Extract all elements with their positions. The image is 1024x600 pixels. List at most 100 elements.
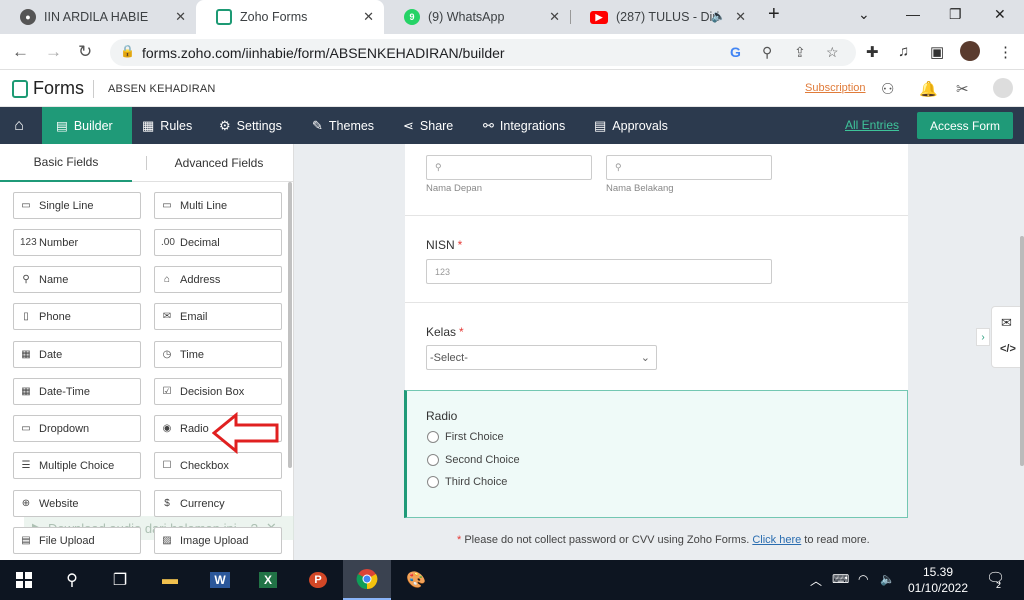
name-field-section[interactable]: ⚲ Nama Depan ⚲ Nama Belakang <box>405 144 908 216</box>
mail-icon[interactable]: ✉ <box>1001 315 1012 331</box>
tab-settings[interactable]: ⚙ Settings <box>219 118 282 134</box>
url-text[interactable]: forms.zoho.com/iinhabie/form/ABSENKEHADI… <box>142 45 505 61</box>
field-date-time-button[interactable]: ▦ Date-Time <box>13 378 141 405</box>
paint-app-icon[interactable]: 🎨 <box>392 560 440 600</box>
first-name-input[interactable]: ⚲ <box>426 155 592 180</box>
zoom-icon[interactable]: ⚲ <box>762 44 772 61</box>
lock-icon[interactable]: 🔒 <box>120 44 135 58</box>
field-date-button[interactable]: ▦ Date <box>13 341 141 368</box>
field-checkbox-button[interactable]: ☐ Checkbox <box>154 452 282 479</box>
field-decimal-button[interactable]: .00 Decimal <box>154 229 282 256</box>
profile-avatar[interactable] <box>960 41 980 61</box>
tab-rules[interactable]: ▦ Rules <box>142 118 192 134</box>
tab-advanced-fields[interactable]: Advanced Fields <box>148 144 290 182</box>
tab-basic-fields[interactable]: Basic Fields <box>0 144 132 182</box>
field-email-button[interactable]: ✉ Email <box>154 303 282 330</box>
radio-option-first[interactable]: First Choice <box>427 431 504 443</box>
powerpoint-icon[interactable]: P <box>294 560 342 600</box>
wifi-icon[interactable]: ◠ <box>858 572 868 586</box>
speaker-icon[interactable]: 🔈 <box>711 9 726 23</box>
chrome-icon[interactable] <box>343 560 391 600</box>
home-icon[interactable]: ⌂ <box>0 107 38 144</box>
maximize-icon[interactable]: ❐ <box>949 6 962 23</box>
kelas-select[interactable]: -Select- ⌄ <box>426 345 657 370</box>
file-explorer-icon[interactable]: ▬ <box>146 560 194 600</box>
radio-circle[interactable] <box>427 431 439 443</box>
media-control-icon[interactable]: ♫ <box>898 43 909 60</box>
notification-bell-icon[interactable]: 🔔 <box>919 80 938 98</box>
radio-circle[interactable] <box>427 454 439 466</box>
new-tab-icon[interactable]: + <box>768 3 780 26</box>
volume-icon[interactable]: 🔈 <box>880 572 895 586</box>
omnibox[interactable]: 🔒 forms.zoho.com/iinhabie/form/ABSENKEHA… <box>110 39 856 66</box>
tab-builder[interactable]: ▤ Builder <box>42 107 132 144</box>
minimize-icon[interactable]: — <box>906 6 920 22</box>
field-address-button[interactable]: ⌂ Address <box>154 266 282 293</box>
reload-icon[interactable]: ↻ <box>78 42 92 62</box>
google-translate-icon[interactable]: G <box>730 44 741 60</box>
canvas-scrollbar[interactable] <box>1020 236 1024 466</box>
back-icon[interactable]: ← <box>12 42 29 62</box>
tab-integrations[interactable]: ⚯ Integrations <box>483 118 565 134</box>
excel-icon[interactable]: X <box>244 560 292 600</box>
browser-tab-zoho-forms[interactable]: Zoho Forms ✕ <box>196 0 384 34</box>
field-phone-button[interactable]: ▯ Phone <box>13 303 141 330</box>
search-icon[interactable]: ⚲ <box>48 560 96 600</box>
field-file-upload-button[interactable]: ▤ File Upload <box>13 527 141 554</box>
field-decision-box-button[interactable]: ☑ Decision Box <box>154 378 282 405</box>
extensions-icon[interactable]: ✚ <box>866 43 879 61</box>
radio-field-section[interactable]: Radio First Choice Second Choice Third C… <box>404 390 908 518</box>
field-name-button[interactable]: ⚲ Name <box>13 266 141 293</box>
field-multi-line-button[interactable]: ▭ Multi Line <box>154 192 282 219</box>
browser-tab-youtube[interactable]: ▶ (287) TULUS - Diri 🔈 ✕ <box>570 0 756 34</box>
field-single-line-button[interactable]: ▭ Single Line <box>13 192 141 219</box>
side-panel-icon[interactable]: ▣ <box>930 43 944 61</box>
user-switch-icon[interactable]: ⚇ <box>881 80 894 98</box>
panel-scrollbar[interactable] <box>288 182 292 468</box>
browser-tab-github[interactable]: ● IIN ARDILA HABIE ✕ <box>0 0 196 34</box>
radio-option-third[interactable]: Third Choice <box>427 476 507 488</box>
last-name-input[interactable]: ⚲ <box>606 155 772 180</box>
field-time-button[interactable]: ◷ Time <box>154 341 282 368</box>
tab-approvals[interactable]: ▤ Approvals <box>594 118 668 134</box>
close-tab-icon[interactable]: ✕ <box>363 9 374 25</box>
system-clock[interactable]: 15.39 01/10/2022 <box>905 564 971 596</box>
field-image-upload-button[interactable]: ▨ Image Upload <box>154 527 282 554</box>
tab-themes[interactable]: ✎ Themes <box>312 118 374 134</box>
nisn-input[interactable]: 123 <box>426 259 772 284</box>
word-icon[interactable]: W <box>196 560 244 600</box>
window-close-icon[interactable]: ✕ <box>994 6 1006 23</box>
close-tab-icon[interactable]: ✕ <box>735 9 746 25</box>
forward-icon[interactable]: → <box>45 42 62 62</box>
kelas-field-section[interactable]: Kelas * -Select- ⌄ <box>405 303 908 391</box>
click-here-link[interactable]: Click here <box>752 534 801 546</box>
tools-icon[interactable]: ✂ <box>956 80 969 98</box>
bookmark-star-icon[interactable]: ☆ <box>826 44 839 61</box>
input-method-icon[interactable]: ⌨ <box>832 572 849 586</box>
tab-search-chevron-icon[interactable]: ⌄ <box>858 6 870 23</box>
user-avatar[interactable] <box>993 78 1013 98</box>
tab-share[interactable]: ⋖ Share <box>403 118 453 134</box>
close-tab-icon[interactable]: ✕ <box>549 9 560 25</box>
field-multiple-choice-button[interactable]: ☰ Multiple Choice <box>13 452 141 479</box>
field-dropdown-button[interactable]: ▭ Dropdown <box>13 415 141 442</box>
radio-option-second[interactable]: Second Choice <box>427 454 520 466</box>
nisn-field-section[interactable]: NISN * 123 <box>405 216 908 303</box>
field-number-button[interactable]: 123 Number <box>13 229 141 256</box>
close-tab-icon[interactable]: ✕ <box>175 9 186 25</box>
windows-start-icon[interactable] <box>0 560 48 600</box>
chevron-right-icon[interactable]: › <box>976 328 990 346</box>
task-view-icon[interactable]: ❐ <box>96 560 144 600</box>
browser-tab-whatsapp[interactable]: 9 (9) WhatsApp ✕ <box>384 0 570 34</box>
forms-logo[interactable]: Forms <box>12 78 84 99</box>
chrome-menu-icon[interactable]: ⋮ <box>998 43 1013 61</box>
show-hidden-icons-icon[interactable]: ︿ <box>810 572 822 589</box>
embed-code-icon[interactable]: </> <box>1000 343 1016 355</box>
field-currency-button[interactable]: $ Currency <box>154 490 282 517</box>
share-page-icon[interactable]: ⇪ <box>794 44 806 61</box>
subscription-link[interactable]: Subscription <box>805 82 866 94</box>
field-website-button[interactable]: ⊕ Website <box>13 490 141 517</box>
all-entries-link[interactable]: All Entries <box>845 118 899 132</box>
radio-circle[interactable] <box>427 476 439 488</box>
access-form-button[interactable]: Access Form <box>917 112 1013 139</box>
